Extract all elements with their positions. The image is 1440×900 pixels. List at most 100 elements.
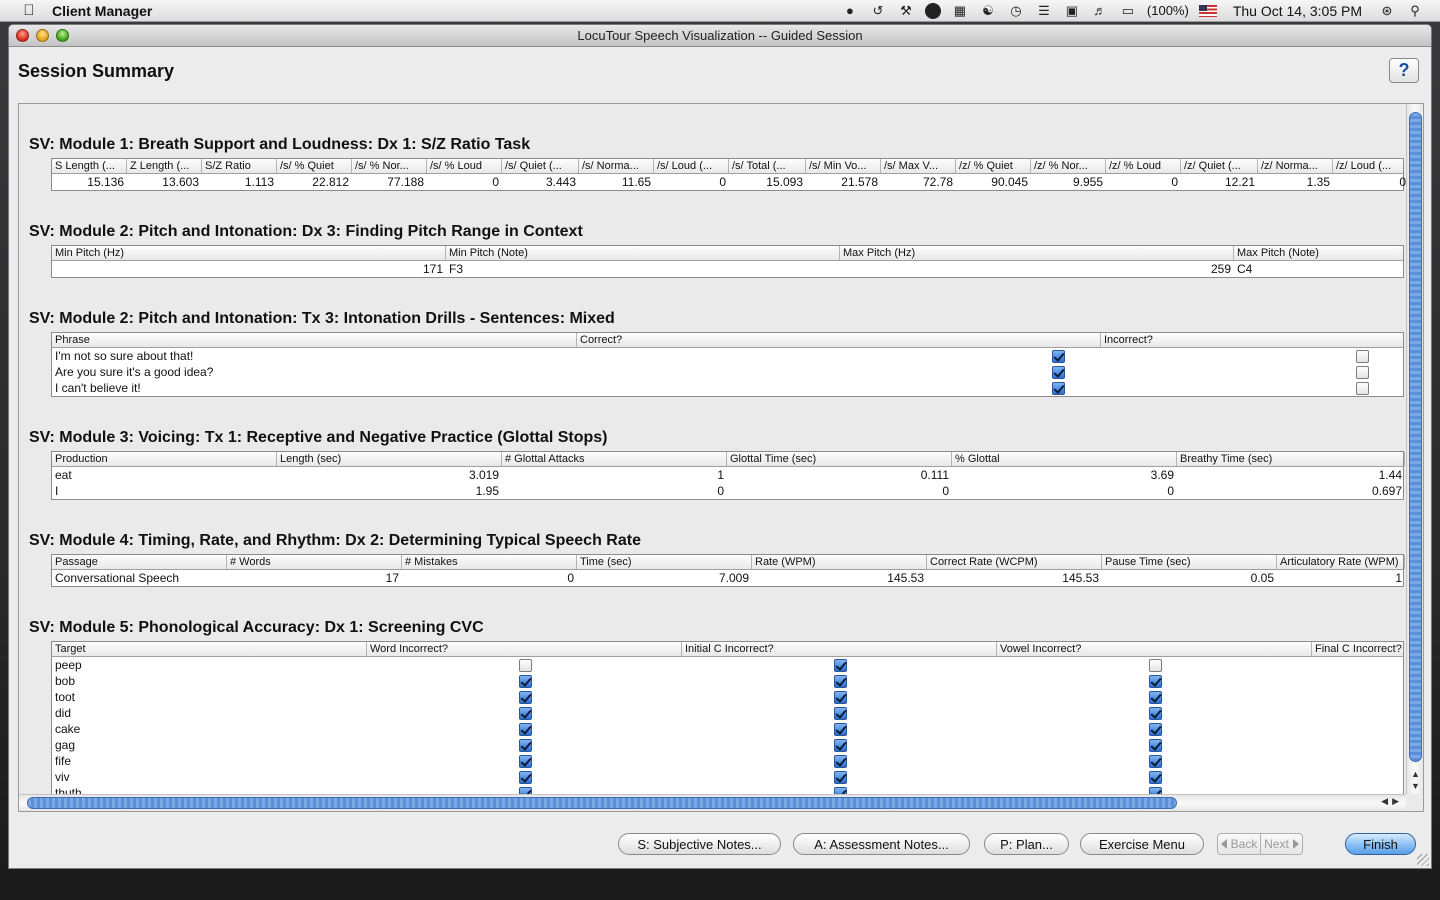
checkbox-checked[interactable] [1149, 690, 1162, 704]
help-button[interactable]: ? [1389, 58, 1419, 83]
tool-icon[interactable]: ⚒ [897, 3, 915, 19]
checkbox-cell[interactable] [682, 689, 997, 705]
column-header[interactable]: Z Length (... [127, 159, 202, 173]
column-header[interactable]: Correct? [577, 333, 1101, 347]
column-header[interactable]: S Length (... [52, 159, 127, 173]
checkbox-checked[interactable] [1149, 706, 1162, 720]
checkbox-unchecked[interactable] [519, 658, 532, 672]
checkbox-checked[interactable] [1149, 754, 1162, 768]
column-header[interactable]: Articulatory Rate (WPM) [1277, 555, 1405, 569]
vertical-scroll-thumb[interactable] [1409, 112, 1422, 762]
column-header[interactable]: Production [52, 452, 277, 466]
checkbox-cell[interactable] [367, 737, 682, 753]
checkbox-cell[interactable] [682, 737, 997, 753]
screening-cvc-table[interactable]: Target Word Incorrect? Initial C Incorre… [51, 641, 1404, 794]
checkbox-cell[interactable] [367, 673, 682, 689]
table-row[interactable]: I can't believe it! [52, 380, 1403, 396]
column-header[interactable]: # Words [227, 555, 402, 569]
table-row[interactable]: 15.136 13.603 1.113 22.812 77.188 0 3.443 11.65… [52, 174, 1406, 190]
horizontal-scroll-arrows-icon[interactable]: ◀▶ [1381, 796, 1403, 807]
column-header[interactable]: /z/ Loud (... [1333, 159, 1407, 173]
column-header[interactable]: /s/ Total (... [729, 159, 806, 173]
checkbox-cell[interactable] [997, 673, 1312, 689]
checkbox-checked[interactable] [519, 770, 532, 784]
table-row[interactable]: Conversational Speech 17 0 7.009 145.53 145.5… [52, 570, 1403, 586]
checkbox-unchecked[interactable] [1149, 658, 1162, 672]
checkbox-cell[interactable] [997, 737, 1312, 753]
checkbox-cell[interactable] [577, 348, 1101, 364]
checkbox-checked[interactable] [1052, 349, 1065, 363]
table-row[interactable]: I 1.95 0 0 0 0.697 [52, 483, 1403, 499]
checkbox-cell[interactable] [997, 785, 1312, 794]
checkbox-cell[interactable] [997, 657, 1312, 673]
column-header[interactable]: Initial C Incorrect? [682, 642, 997, 656]
column-header[interactable]: # Mistakes [402, 555, 577, 569]
checkbox-checked[interactable] [519, 690, 532, 704]
checkbox-unchecked[interactable] [1356, 381, 1369, 395]
status-icon[interactable]: ● [841, 3, 859, 19]
checkbox-cell[interactable] [997, 721, 1312, 737]
checkbox-cell[interactable] [367, 785, 682, 794]
volume-icon[interactable]: ♬ [1091, 3, 1109, 19]
checkbox-checked[interactable] [519, 706, 532, 720]
checkbox-unchecked[interactable] [1356, 349, 1369, 363]
column-header[interactable]: /z/ % Nor... [1031, 159, 1106, 173]
checkbox-cell[interactable] [997, 753, 1312, 769]
checkbox-checked[interactable] [834, 674, 847, 688]
table-row[interactable]: fife [52, 753, 1403, 769]
table-row[interactable]: viv [52, 769, 1403, 785]
checkbox-cell[interactable] [682, 753, 997, 769]
title-bar[interactable]: LocuTour Speech Visualization -- Guided … [9, 25, 1431, 47]
checkbox-checked[interactable] [519, 738, 532, 752]
checkbox-checked[interactable] [834, 770, 847, 784]
column-header[interactable]: Correct Rate (WCPM) [927, 555, 1102, 569]
wifi-icon[interactable]: ☰ [1035, 3, 1053, 19]
back-button[interactable]: Back [1218, 834, 1260, 854]
checkbox-checked[interactable] [1052, 381, 1065, 395]
column-header[interactable]: /s/ % Quiet [277, 159, 352, 173]
column-header[interactable]: Incorrect? [1101, 333, 1405, 347]
checkbox-cell[interactable] [367, 689, 682, 705]
column-header[interactable]: Max Pitch (Note) [1234, 246, 1405, 260]
checkbox-checked[interactable] [1149, 674, 1162, 688]
checkbox-cell[interactable] [367, 721, 682, 737]
checkbox-checked[interactable] [519, 786, 532, 794]
column-header[interactable]: Breathy Time (sec) [1177, 452, 1405, 466]
assessment-notes-button[interactable]: A: Assessment Notes... [793, 833, 970, 855]
column-header[interactable]: Min Pitch (Note) [446, 246, 840, 260]
flag-icon[interactable] [1198, 4, 1217, 17]
sz-ratio-table[interactable]: S Length (... Z Length (... S/Z Ratio/s/ %… [51, 158, 1407, 191]
checkbox-checked[interactable] [519, 754, 532, 768]
apple-menu-icon[interactable]:  [20, 2, 38, 20]
column-header[interactable]: Time (sec) [577, 555, 752, 569]
accessibility-icon[interactable]: ☯ [979, 3, 997, 19]
minimize-icon[interactable] [36, 29, 49, 42]
table-row[interactable]: did [52, 705, 1403, 721]
checkbox-cell[interactable] [682, 673, 997, 689]
table-row[interactable]: eat 3.019 1 0.111 3.69 1.44 [52, 467, 1403, 483]
column-header[interactable]: /s/ Norma... [579, 159, 654, 173]
checkbox-cell[interactable] [367, 705, 682, 721]
table-row[interactable]: toot [52, 689, 1403, 705]
vertical-scroll-arrows-icon[interactable]: ▲ ▼ [1407, 768, 1423, 792]
checkbox-checked[interactable] [834, 738, 847, 752]
checkbox-checked[interactable] [1149, 786, 1162, 794]
checkbox-checked[interactable] [834, 706, 847, 720]
vertical-scrollbar[interactable]: ▲ ▼ [1406, 104, 1423, 794]
column-header[interactable]: /s/ Min Vo... [806, 159, 881, 173]
checkbox-checked[interactable] [1149, 722, 1162, 736]
column-header[interactable]: /s/ Quiet (... [502, 159, 579, 173]
table-row[interactable]: thuth [52, 785, 1403, 794]
column-header[interactable]: Target [52, 642, 367, 656]
grid-icon[interactable]: ▦ [951, 3, 969, 19]
column-header[interactable]: Length (sec) [277, 452, 502, 466]
pitch-range-table[interactable]: Min Pitch (Hz) Min Pitch (Note) Max Pitc… [51, 245, 1404, 278]
checkbox-checked[interactable] [834, 690, 847, 704]
time-machine-icon[interactable]: ◷ [1007, 3, 1025, 19]
column-header[interactable]: Final C Incorrect? [1312, 642, 1405, 656]
column-header[interactable]: Passage [52, 555, 227, 569]
column-header[interactable]: Rate (WPM) [752, 555, 927, 569]
close-icon[interactable] [16, 29, 29, 42]
column-header[interactable]: /z/ % Loud [1106, 159, 1181, 173]
checkbox-checked[interactable] [519, 674, 532, 688]
